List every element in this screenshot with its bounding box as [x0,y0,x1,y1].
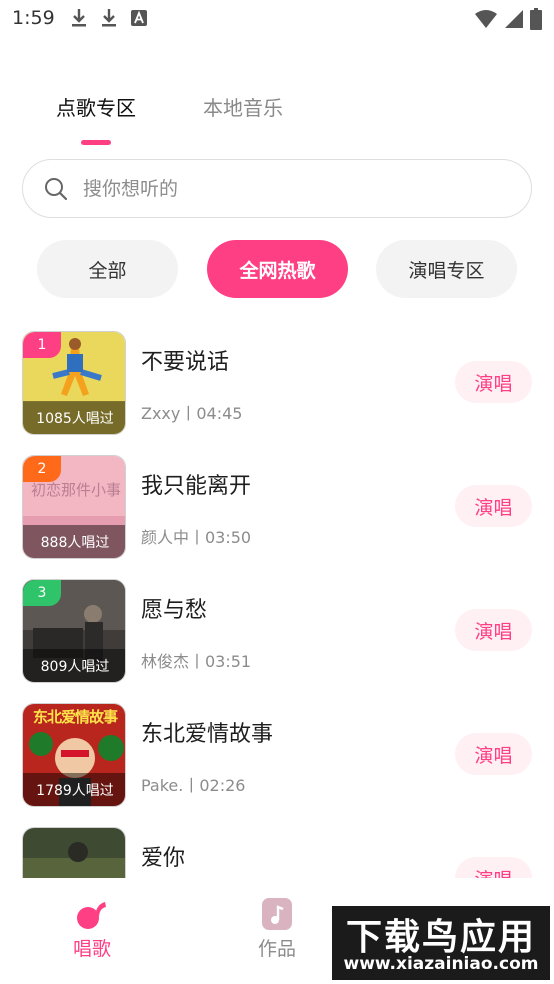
tab-local-music[interactable]: 本地音乐 [203,92,283,121]
filter-performance-button[interactable]: 演唱专区 [376,240,517,298]
download-icon [102,9,116,27]
sing-button[interactable]: 演唱 [455,609,532,651]
song-meta: Zxxy丨04:45 [141,404,243,423]
nav-sing[interactable]: 唱歌 [52,898,132,961]
cover-text: 东北爱情故事 [32,708,118,726]
album-cover[interactable]: 东北爱情故事 1789人唱过 [22,703,126,807]
song-list[interactable]: 1 1085人唱过 不要说话 Zxxy丨04:45 演唱 初恋那件小事 2 88… [0,318,554,878]
search-icon [45,178,68,201]
song-row[interactable]: 3 809人唱过 愿与愁 林俊杰丨03:51 演唱 [0,566,554,690]
tab-song-request[interactable]: 点歌专区 [56,92,136,121]
rank-badge: 3 [23,580,61,606]
status-bar: 1:59 [0,0,554,38]
filter-hot-songs-button[interactable]: 全网热歌 [207,240,348,298]
watermark-url: www.xiazainiao.com [343,954,539,974]
status-notification-icons [70,7,148,29]
song-row[interactable]: 1 1085人唱过 不要说话 Zxxy丨04:45 演唱 [0,318,554,442]
sung-count: 1085人唱过 [23,401,125,434]
search-input[interactable] [83,170,503,208]
tab-active-indicator [81,140,111,145]
album-cover[interactable]: 1 1085人唱过 [22,331,126,435]
status-system-icons [474,8,542,30]
watermark: 下载鸟应用 www.xiazainiao.com [332,906,550,980]
a-icon [131,10,147,26]
song-title: 东北爱情故事 [141,722,274,747]
sing-button[interactable]: 演唱 [455,733,532,775]
filter-all-button[interactable]: 全部 [37,240,178,298]
song-title: 我只能离开 [141,474,252,499]
song-title: 愿与愁 [141,598,208,623]
sung-count: 1789人唱过 [23,773,125,806]
signal-icon [505,10,523,28]
song-row[interactable]: 初恋那件小事 2 888人唱过 我只能离开 颜人中丨03:50 演唱 [0,442,554,566]
music-note-icon [77,902,106,929]
song-meta: 林俊杰丨03:51 [141,652,252,671]
album-cover[interactable]: 初恋那件小事 2 888人唱过 [22,455,126,559]
album-cover[interactable]: 3 809人唱过 [22,579,126,683]
rank-badge: 2 [23,456,61,482]
song-meta: 颜人中丨03:50 [141,528,252,547]
sing-button[interactable]: 演唱 [455,857,532,878]
sing-button[interactable]: 演唱 [455,485,532,527]
nav-sing-label: 唱歌 [72,938,111,960]
wifi-icon [475,10,497,28]
rank-badge: 1 [23,332,61,358]
album-cover-image [23,828,125,878]
album-cover[interactable] [22,827,126,878]
sung-count: 809人唱过 [23,649,125,682]
sing-button[interactable]: 演唱 [455,361,532,403]
song-meta: Pake.丨02:26 [141,776,246,795]
watermark-title: 下载鸟应用 [345,917,536,958]
status-time: 1:59 [12,7,55,29]
nav-works-label: 作品 [257,938,296,960]
battery-icon [530,8,542,30]
sung-count: 888人唱过 [23,525,125,558]
download-icon [72,9,86,27]
search-bar[interactable] [22,159,532,218]
top-tabs: 点歌专区 本地音乐 [0,92,554,146]
song-row[interactable]: 爱你 演唱 [0,814,554,878]
song-row[interactable]: 东北爱情故事 1789人唱过 东北爱情故事 Pake.丨02:26 演唱 [0,690,554,814]
cover-text: 初恋那件小事 [31,481,122,499]
song-title: 爱你 [141,846,186,871]
song-title: 不要说话 [141,350,230,375]
music-file-icon [262,898,292,930]
nav-works[interactable]: 作品 [237,898,317,961]
